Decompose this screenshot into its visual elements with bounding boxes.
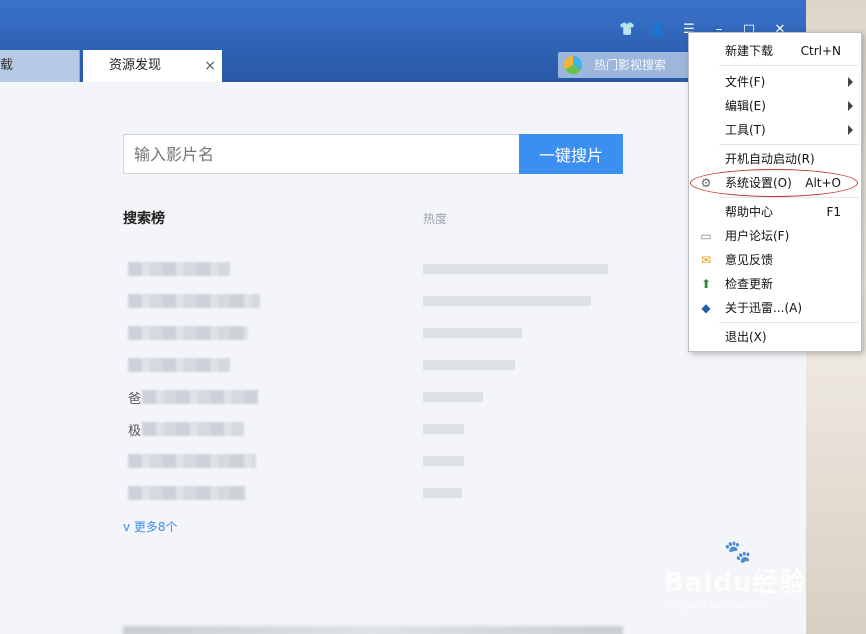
menu-item-label: 帮助中心 bbox=[725, 205, 774, 219]
baidu-watermark: 🐾 Baidu经验 jingyan.baidu.com bbox=[662, 540, 822, 620]
ranking-row-name-blurred bbox=[128, 486, 246, 500]
footer-blurred-text bbox=[123, 626, 623, 634]
highlight-annotation bbox=[690, 169, 858, 197]
menu-item-shortcut: Ctrl+N bbox=[800, 44, 841, 58]
close-tab-icon[interactable]: × bbox=[204, 50, 216, 82]
ranking-row-name-prefix: 爸 bbox=[128, 392, 142, 407]
ranking-row-name-blurred bbox=[128, 326, 248, 340]
movie-search-input[interactable] bbox=[123, 134, 519, 174]
menu-item[interactable]: 退出(X) bbox=[689, 326, 861, 348]
envelope-icon: ✉ bbox=[700, 253, 712, 267]
submenu-arrow-icon bbox=[848, 101, 853, 111]
hot-search-icon bbox=[564, 56, 582, 74]
tab-resource-discovery[interactable]: 资源发现 × bbox=[83, 50, 222, 82]
ranking-row-heat-bar bbox=[423, 360, 515, 370]
ranking-row-heat-bar bbox=[423, 264, 608, 274]
ranking-row-heat-bar bbox=[423, 424, 464, 434]
menu-item[interactable]: 编辑(E) bbox=[689, 95, 861, 117]
menu-item[interactable]: 帮助中心 F1 bbox=[689, 201, 861, 223]
forum-icon: ▭ bbox=[700, 229, 712, 243]
menu-item[interactable]: 新建下载 Ctrl+N bbox=[689, 40, 861, 62]
watermark-main-text: Baidu经验 bbox=[664, 568, 807, 598]
submenu-arrow-icon bbox=[848, 125, 853, 135]
menu-item-label: 新建下载 bbox=[725, 44, 774, 58]
menu-item[interactable]: ✉ 意见反馈 bbox=[689, 249, 861, 271]
ranking-row-name-blurred bbox=[128, 262, 230, 276]
ranking-row-heat-bar bbox=[423, 456, 464, 466]
menu-separator bbox=[719, 322, 859, 323]
tab-label: 资源发现 bbox=[109, 58, 162, 73]
ranking-row-name-blurred bbox=[128, 358, 230, 372]
menu-item[interactable]: ▭ 用户论坛(F) bbox=[689, 225, 861, 247]
thunder-main-window: 👕 👤 ☰ – □ ✕ 载 资源发现 × 热门影视搜索 一键搜片 搜索榜 热度 … bbox=[0, 0, 806, 634]
menu-item[interactable]: ◆ 关于迅雷...(A) bbox=[689, 297, 861, 319]
menu-item[interactable]: ⬆ 检查更新 bbox=[689, 273, 861, 295]
watermark-sub-text: jingyan.baidu.com bbox=[666, 598, 768, 611]
menu-item[interactable]: 工具(T) bbox=[689, 119, 861, 141]
menu-item[interactable]: 文件(F) bbox=[689, 71, 861, 93]
skin-icon[interactable]: 👕 bbox=[619, 22, 635, 38]
update-icon: ⬆ bbox=[700, 277, 712, 291]
menu-item-label: 编辑(E) bbox=[725, 99, 766, 113]
title-bar: 👕 👤 ☰ – □ ✕ 载 资源发现 × 热门影视搜索 bbox=[0, 0, 806, 82]
hot-video-search[interactable]: 热门影视搜索 bbox=[558, 52, 698, 78]
menu-item-label: 关于迅雷...(A) bbox=[725, 301, 803, 315]
ranking-row-name-blurred bbox=[128, 294, 260, 308]
menu-separator bbox=[719, 197, 859, 198]
heat-column-header: 热度 bbox=[423, 212, 448, 226]
submenu-arrow-icon bbox=[848, 77, 853, 87]
menu-separator bbox=[719, 65, 859, 66]
ranking-row-name-blurred bbox=[142, 390, 258, 404]
menu-separator bbox=[719, 144, 859, 145]
ranking-row-name-prefix: 极 bbox=[128, 424, 142, 439]
menu-item-label: 退出(X) bbox=[725, 330, 767, 344]
tab-label: 载 bbox=[0, 58, 14, 73]
ranking-row-heat-bar bbox=[423, 392, 483, 402]
menu-item[interactable]: 开机自动启动(R) bbox=[689, 148, 861, 170]
menu-item-label: 工具(T) bbox=[725, 123, 766, 137]
menu-item-label: 开机自动启动(R) bbox=[725, 152, 815, 166]
more-link[interactable]: v 更多8个 bbox=[123, 518, 178, 535]
one-click-search-button[interactable]: 一键搜片 bbox=[519, 134, 623, 174]
user-icon[interactable]: 👤 bbox=[649, 22, 665, 38]
search-ranking-title: 搜索榜 bbox=[123, 211, 165, 227]
movie-search-bar: 一键搜片 bbox=[123, 134, 623, 174]
ranking-row-heat-bar bbox=[423, 328, 522, 338]
menu-item-label: 用户论坛(F) bbox=[725, 229, 790, 243]
tab-downloads[interactable]: 载 bbox=[0, 50, 80, 82]
hot-search-placeholder: 热门影视搜索 bbox=[594, 58, 667, 72]
menu-item-label: 意见反馈 bbox=[725, 253, 774, 267]
thunder-icon: ◆ bbox=[701, 301, 711, 315]
ranking-row-name-blurred bbox=[142, 422, 244, 436]
menu-item-shortcut: F1 bbox=[826, 205, 841, 219]
ranking-row-name-blurred bbox=[128, 454, 256, 468]
menu-item-label: 检查更新 bbox=[725, 277, 774, 291]
ranking-row-heat-bar bbox=[423, 296, 591, 306]
menu-item-label: 文件(F) bbox=[725, 75, 766, 89]
ranking-row-heat-bar bbox=[423, 488, 462, 498]
